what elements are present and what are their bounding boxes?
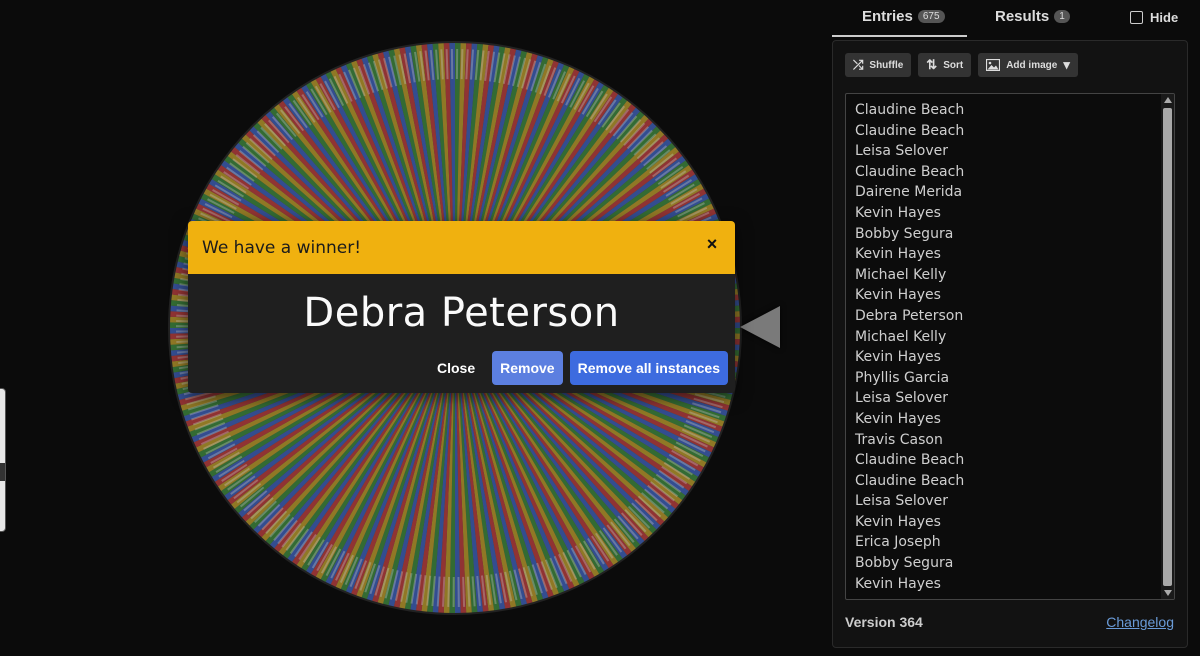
entry-item: Leisa Selover — [855, 143, 948, 160]
tab-results-label: Results — [995, 8, 1050, 25]
chevron-down-icon: ▾ — [1063, 57, 1070, 72]
entry-item: Bobby Segura — [855, 225, 954, 242]
remove-all-instances-button[interactable]: Remove all instances — [569, 351, 728, 385]
entry-item: Leisa Selover — [855, 390, 948, 407]
entry-item: Claudine Beach — [855, 163, 965, 180]
scroll-thumb[interactable] — [1163, 108, 1172, 586]
entry-item: Claudine Beach — [855, 122, 965, 139]
entry-item: Kevin Hayes — [855, 410, 941, 427]
sort-button[interactable]: ⇅ Sort — [918, 53, 972, 77]
tab-entries-label: Entries — [862, 8, 913, 25]
side-widget[interactable] — [0, 388, 6, 532]
entries-toolbar: ⤮ Shuffle ⇅ Sort Add image ▾ — [845, 53, 1078, 77]
entry-item: Kevin Hayes — [855, 513, 941, 530]
sort-icon: ⇅ — [926, 57, 938, 72]
entries-scrollbar[interactable] — [1161, 94, 1174, 599]
scroll-up-icon[interactable] — [1164, 97, 1172, 103]
entry-item: Debra Peterson — [855, 307, 964, 324]
sort-label: Sort — [943, 59, 964, 71]
entry-item: Michael Kelly — [855, 328, 947, 345]
hide-toggle[interactable]: Hide — [1130, 10, 1178, 25]
shuffle-button[interactable]: ⤮ Shuffle — [845, 53, 912, 77]
side-widget-divider — [0, 463, 5, 481]
version-label: Version 364 — [845, 614, 923, 630]
add-image-label: Add image — [1006, 59, 1058, 71]
add-image-button[interactable]: Add image ▾ — [978, 53, 1078, 77]
entries-list: Claudine Beach Claudine Beach Leisa Selove… — [855, 100, 964, 594]
changelog-link[interactable]: Changelog — [1106, 614, 1174, 630]
tab-bar: Entries 675 Results 1 Hide — [832, 0, 1200, 38]
shuffle-label: Shuffle — [869, 59, 904, 71]
dialog-title: We have a winner! — [202, 237, 362, 258]
entries-textarea[interactable]: Claudine Beach Claudine Beach Leisa Selove… — [845, 93, 1175, 600]
dialog-actions: Close Remove Remove all instances — [427, 351, 728, 385]
entry-item: Kevin Hayes — [855, 349, 941, 366]
entry-item: Dairene Merida — [855, 184, 963, 201]
app-root: We have a winner! × Debra Peterson Close… — [0, 0, 1200, 656]
hide-checkbox[interactable] — [1130, 11, 1143, 24]
entry-item: Phyllis Garcia — [855, 369, 950, 386]
entry-item: Michael Kelly — [855, 266, 947, 283]
entry-item: Claudine Beach — [855, 472, 965, 489]
entry-item: Claudine Beach — [855, 102, 965, 118]
active-tab-indicator — [832, 35, 967, 37]
close-icon[interactable]: × — [701, 233, 723, 255]
close-button[interactable]: Close — [427, 351, 485, 385]
entry-item: Claudine Beach — [855, 452, 965, 469]
results-count-badge: 1 — [1054, 10, 1070, 23]
entry-item: Kevin Hayes — [855, 246, 941, 263]
entries-panel: ⤮ Shuffle ⇅ Sort Add image ▾ Claudine Be… — [832, 40, 1188, 648]
entry-item: Leisa Selover — [855, 493, 948, 510]
winner-dialog: We have a winner! × Debra Peterson Close… — [188, 221, 735, 393]
hide-label: Hide — [1150, 10, 1179, 25]
shuffle-icon: ⤮ — [853, 57, 864, 72]
entries-count-badge: 675 — [917, 10, 945, 23]
winner-name: Debra Peterson — [303, 290, 620, 336]
pointer-arrow-icon — [740, 306, 780, 348]
dialog-header: We have a winner! × — [188, 221, 735, 274]
tab-results[interactable]: Results 1 — [995, 8, 1070, 25]
tab-entries[interactable]: Entries 675 — [862, 8, 945, 25]
entry-item: Travis Cason — [855, 431, 943, 448]
entry-item: Kevin Hayes — [855, 575, 941, 592]
entry-item: Kevin Hayes — [855, 287, 941, 304]
remove-button[interactable]: Remove — [492, 351, 563, 385]
entry-item: Kevin Hayes — [855, 204, 941, 221]
entry-item: Bobby Segura — [855, 555, 954, 572]
image-icon — [986, 59, 1001, 71]
entry-item: Erica Joseph — [855, 534, 941, 551]
scroll-down-icon[interactable] — [1164, 590, 1172, 596]
